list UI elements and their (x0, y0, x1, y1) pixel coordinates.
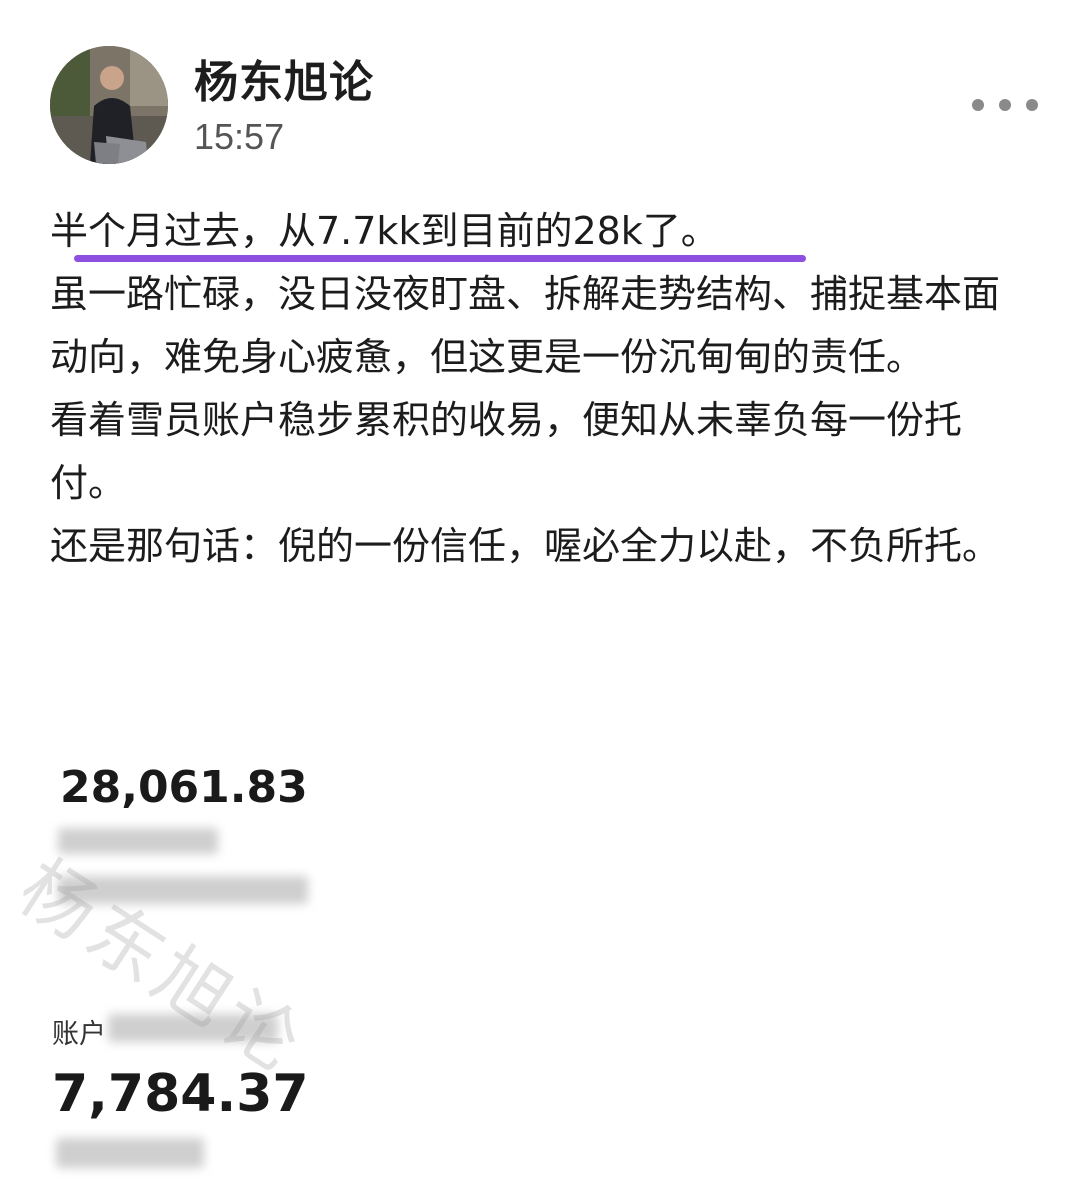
initial-balance: 7,784.37 (52, 1064, 309, 1124)
profile-photo (50, 46, 168, 164)
post-time: 15:57 (194, 116, 285, 157)
post-paragraph: 看着雪员账户稳步累积的收易，便知从未辜负每一份托付。 (50, 398, 963, 505)
account-label: 账户 (52, 1019, 106, 1050)
more-dots-icon (972, 99, 984, 111)
blurred-text (58, 876, 308, 904)
post-paragraph: 还是那句话：倪的一份信任，喔必全力以赴，不负所托。 (50, 524, 1001, 568)
current-balance: 28,061.83 (60, 762, 308, 813)
more-button[interactable] (972, 88, 1038, 122)
blurred-text (56, 1138, 204, 1168)
post-paragraph: 半个月过去，从7.7kk到目前的28k了。 (50, 209, 719, 253)
author-name[interactable]: 杨东旭论 (194, 46, 374, 110)
blurred-text (58, 828, 218, 854)
highlight-underline (74, 255, 806, 262)
blurred-text (108, 1014, 278, 1042)
post-paragraph: 虽一路忙碌，没日没夜盯盘、拆解走势结构、捕捉基本面动向，难免身心疲惫，但这更是一… (50, 272, 1001, 379)
avatar[interactable] (50, 46, 168, 164)
